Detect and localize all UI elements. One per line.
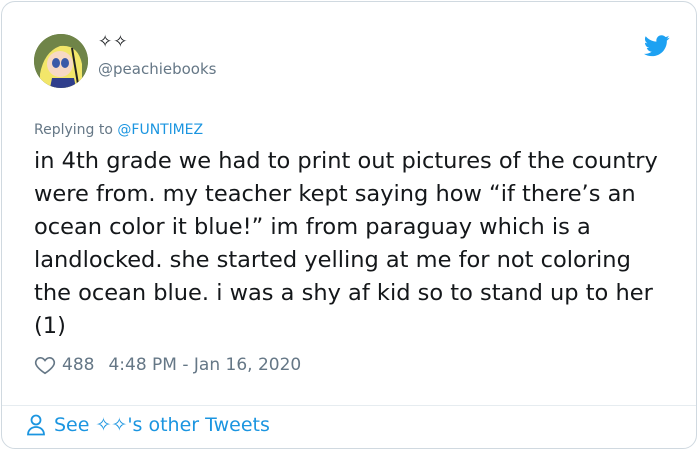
person-icon [27, 414, 45, 436]
like-count[interactable]: 488 [62, 355, 94, 375]
replying-to: Replying to @FUNTlMEZ [34, 122, 203, 138]
heart-icon[interactable] [34, 354, 56, 376]
tweet-timestamp[interactable]: 4:48 PM - Jan 16, 2020 [108, 355, 301, 375]
user-handle[interactable]: @peachiebooks [98, 60, 216, 78]
avatar-image [34, 34, 88, 88]
twitter-bird-icon[interactable] [644, 35, 670, 57]
tweet-text: in 4th grade we had to print out picture… [34, 148, 658, 339]
see-other-tweets-label[interactable]: See ✧✧'s other Tweets [54, 414, 270, 436]
replying-to-prefix: Replying to [34, 122, 118, 138]
display-name[interactable]: ✧✧ [98, 32, 129, 52]
tweet-meta: 488 4:48 PM - Jan 16, 2020 [34, 352, 301, 378]
footer-divider [2, 405, 696, 406]
see-other-tweets-link[interactable]: See ✧✧'s other Tweets [26, 414, 270, 436]
embedded-tweet-card: ✧✧ @peachiebooks Replying to @FUNTlMEZ i… [1, 1, 697, 449]
replying-to-mention[interactable]: @FUNTlMEZ [117, 122, 203, 138]
avatar[interactable] [34, 34, 88, 88]
